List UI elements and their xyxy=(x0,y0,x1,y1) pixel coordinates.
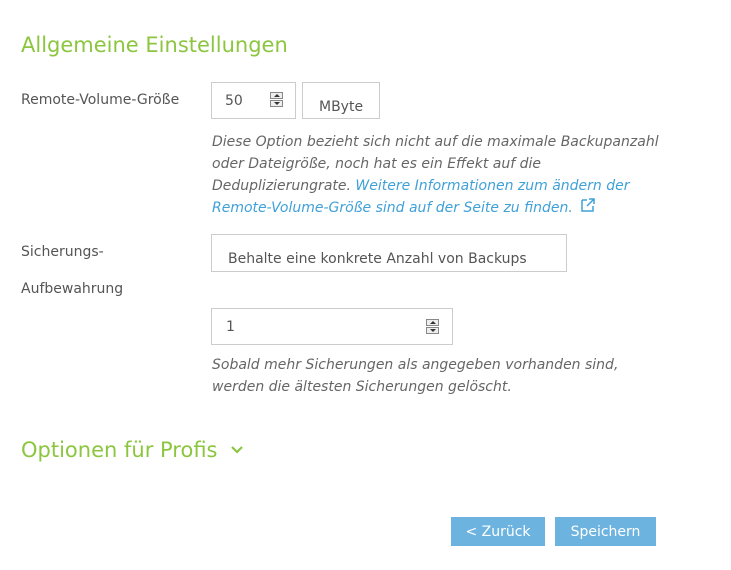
spinner-down-icon[interactable] xyxy=(270,100,283,107)
external-link-icon[interactable] xyxy=(580,197,596,213)
remote-volume-unit: MByte xyxy=(319,99,364,115)
advanced-options-title[interactable]: Optionen für Profis xyxy=(21,438,218,462)
spinner-down-icon[interactable] xyxy=(426,327,439,334)
retention-help: Sobald mehr Sicherungen als angegeben vo… xyxy=(212,357,619,395)
back-button[interactable]: < Zurück xyxy=(451,517,545,546)
remote-volume-spinner[interactable] xyxy=(270,92,283,107)
retention-count-spinner[interactable] xyxy=(426,319,439,334)
retention-label-line2: Aufbewahrung xyxy=(21,281,124,297)
retention-select-value: Behalte eine konkrete Anzahl von Backups xyxy=(228,251,527,267)
remote-volume-input[interactable]: 50 xyxy=(211,82,296,119)
retention-label-line1: Sicherungs- xyxy=(21,244,104,260)
save-button[interactable]: Speichern xyxy=(555,517,656,546)
spinner-up-icon[interactable] xyxy=(270,92,283,99)
retention-count-value: 1 xyxy=(226,319,235,335)
spinner-up-icon[interactable] xyxy=(426,319,439,326)
chevron-down-icon[interactable] xyxy=(230,445,244,455)
remote-volume-value: 50 xyxy=(225,93,243,109)
retention-select[interactable]: Behalte eine konkrete Anzahl von Backups xyxy=(211,234,567,272)
remote-volume-help: Diese Option bezieht sich nicht auf die … xyxy=(212,131,682,219)
advanced-options-toggle[interactable]: Optionen für Profis xyxy=(21,438,244,462)
section-title-general: Allgemeine Einstellungen xyxy=(21,33,288,57)
retention-count-input[interactable]: 1 xyxy=(211,308,453,345)
remote-volume-unit-select[interactable]: MByte xyxy=(302,82,380,119)
remote-volume-label: Remote-Volume-Größe xyxy=(21,92,180,108)
